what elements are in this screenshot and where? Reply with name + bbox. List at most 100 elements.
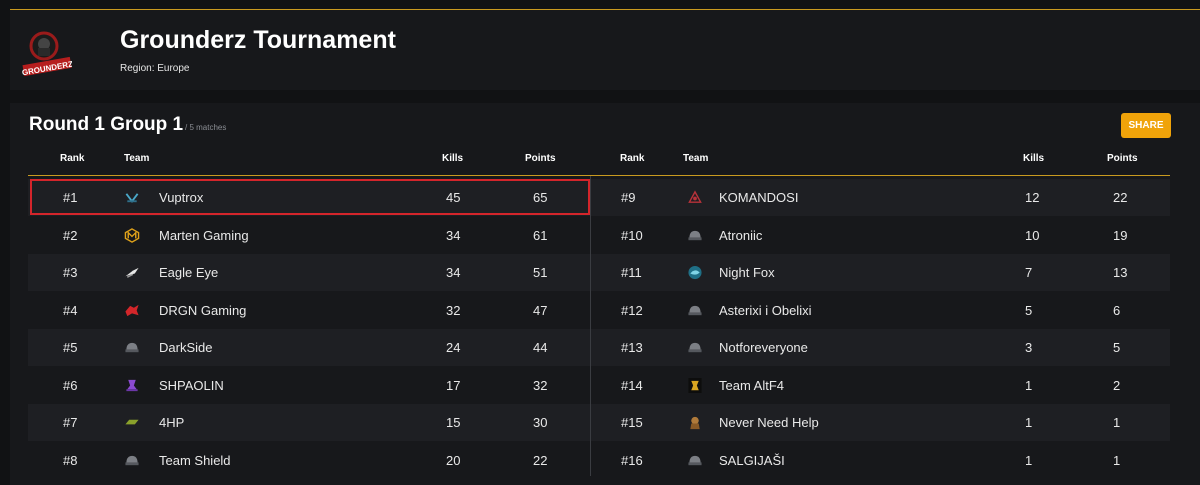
table-row[interactable]: #6 SHPAOLIN 17 32 <box>28 366 590 404</box>
table-row[interactable]: #14 Team AltF4 1 2 <box>591 366 1170 404</box>
table-row[interactable]: #15 Never Need Help 1 1 <box>591 404 1170 441</box>
team-name[interactable]: 4HP <box>159 404 184 441</box>
points-cell: 1 <box>1113 415 1121 430</box>
helmet-icon <box>688 305 702 315</box>
team-logo <box>687 254 703 291</box>
table-row[interactable]: #10 Atroniic 10 19 <box>591 216 1170 254</box>
rank-cell: #15 <box>621 415 643 430</box>
rank-cell: #3 <box>63 265 78 280</box>
kills-cell: 34 <box>446 265 461 280</box>
helmet-icon <box>688 455 702 465</box>
shpaolin-logo-icon <box>126 379 138 391</box>
team-logo <box>124 217 140 254</box>
col-header-rank-right: Rank <box>620 153 645 164</box>
team-logo <box>687 329 703 366</box>
table-row[interactable]: #3 Eagle Eye 34 51 <box>28 254 590 291</box>
rank-cell: #16 <box>621 452 643 468</box>
team-name[interactable]: Team Shield <box>159 442 231 479</box>
kills-cell: 3 <box>1025 340 1033 355</box>
col-header-team-left: Team <box>124 153 150 164</box>
team-name[interactable]: Team AltF4 <box>719 367 784 404</box>
team-name[interactable]: DarkSide <box>159 329 212 366</box>
marten-logo-icon <box>124 227 140 243</box>
helmet-icon <box>125 342 139 353</box>
nnh-logo-icon <box>690 416 700 430</box>
table-row[interactable]: #13 Notforeveryone 3 5 <box>591 329 1170 366</box>
matches-count: / 5 matches <box>185 123 227 132</box>
team-name[interactable]: KOMANDOSI <box>719 179 798 216</box>
helmet-icon <box>125 455 139 465</box>
team-name[interactable]: Marten Gaming <box>159 217 249 254</box>
team-logo <box>124 292 140 329</box>
rank-cell: #5 <box>63 340 78 355</box>
komandosi-logo-icon <box>688 190 702 203</box>
rank-cell: #4 <box>63 302 78 318</box>
rank-cell: #6 <box>63 377 78 393</box>
team-name[interactable]: Asterixi i Obelixi <box>719 292 811 329</box>
team-logo <box>124 329 140 366</box>
share-button[interactable]: SHARE <box>1121 113 1171 138</box>
team-name[interactable]: Atroniic <box>719 217 762 254</box>
points-cell: 47 <box>533 302 548 318</box>
points-cell: 22 <box>1113 190 1128 205</box>
rank-cell: #14 <box>621 377 643 393</box>
rank-cell: #13 <box>621 340 643 355</box>
rank-cell: #2 <box>63 227 78 243</box>
team-logo <box>687 404 703 441</box>
rank-cell: #7 <box>63 415 78 430</box>
nightfox-logo-icon <box>688 265 702 280</box>
table-row[interactable]: #4 DRGN Gaming 32 47 <box>28 291 590 329</box>
helmet-icon <box>688 342 702 353</box>
table-row[interactable]: #8 Team Shield 20 22 <box>28 441 590 479</box>
team-logo <box>124 367 140 404</box>
region-label: Region: Europe <box>120 63 190 74</box>
points-cell: 5 <box>1113 340 1121 355</box>
table-row[interactable]: #7 4HP 15 30 <box>28 404 590 441</box>
kills-cell: 5 <box>1025 302 1033 318</box>
col-header-points-right: Points <box>1107 153 1138 164</box>
team-name[interactable]: SALGIJAŠI <box>719 442 785 479</box>
team-logo <box>687 292 703 329</box>
dragon-logo-icon <box>125 304 139 316</box>
kills-cell: 34 <box>446 227 461 243</box>
group-title: Round 1 Group 1 <box>29 114 184 135</box>
kills-cell: 1 <box>1025 452 1033 468</box>
rank-cell: #10 <box>621 227 643 243</box>
col-header-team-right: Team <box>683 153 709 164</box>
table-row[interactable]: #16 SALGIJAŠI 1 1 <box>591 441 1170 479</box>
col-header-rank-left: Rank <box>60 153 85 164</box>
column-divider <box>590 176 591 476</box>
standings-panel: Round 1 Group 1 / 5 matches SHARE Rank T… <box>10 103 1200 485</box>
team-name[interactable]: Night Fox <box>719 254 775 291</box>
kills-cell: 1 <box>1025 415 1033 430</box>
team-logo <box>687 442 703 479</box>
table-row[interactable]: #5 DarkSide 24 44 <box>28 329 590 366</box>
table-row[interactable]: #2 Marten Gaming 34 61 <box>28 216 590 254</box>
page-title: Grounderz Tournament <box>120 26 396 54</box>
points-cell: 13 <box>1113 265 1128 280</box>
table-row[interactable]: #9 KOMANDOSI 12 22 <box>591 179 1170 216</box>
team-name[interactable]: Eagle Eye <box>159 254 218 291</box>
kills-cell: 7 <box>1025 265 1033 280</box>
team-name[interactable]: Notforeveryone <box>719 329 808 366</box>
team-logo <box>687 217 703 254</box>
kills-cell: 24 <box>446 340 461 355</box>
4hp-logo-icon <box>125 419 139 425</box>
points-cell: 51 <box>533 265 548 280</box>
points-cell: 6 <box>1113 302 1121 318</box>
team-logo <box>124 254 140 291</box>
points-cell: 30 <box>533 415 548 430</box>
rank-cell: #9 <box>621 190 636 205</box>
kills-cell: 20 <box>446 452 461 468</box>
team-logo <box>124 404 140 441</box>
table-row[interactable]: #11 Night Fox 7 13 <box>591 254 1170 291</box>
highlight-box-first-place <box>30 179 590 215</box>
points-cell: 2 <box>1113 377 1121 393</box>
team-name[interactable]: Never Need Help <box>719 404 819 441</box>
team-name[interactable]: SHPAOLIN <box>159 367 224 404</box>
points-cell: 1 <box>1113 452 1121 468</box>
points-cell: 61 <box>533 227 548 243</box>
table-row[interactable]: #12 Asterixi i Obelixi 5 6 <box>591 291 1170 329</box>
rank-cell: #12 <box>621 302 643 318</box>
team-name[interactable]: DRGN Gaming <box>159 292 246 329</box>
